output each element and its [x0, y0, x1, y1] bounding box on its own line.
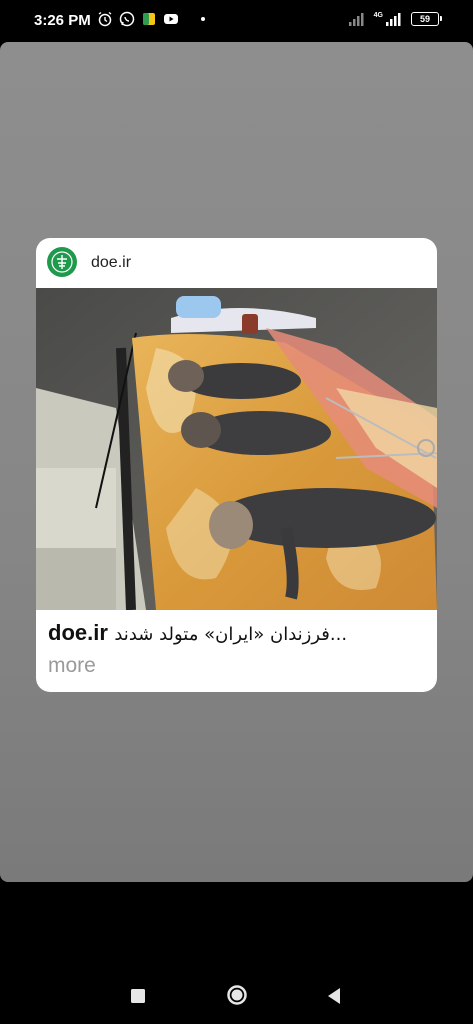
youtube-icon	[164, 14, 178, 24]
status-system-icons: 4G 59	[348, 12, 442, 26]
story-link-card[interactable]: doe.ir doe.ir فرزندان «ایران» متولد شدند…	[36, 238, 437, 692]
more-notifications-dot	[201, 17, 205, 21]
source-name: doe.ir	[91, 254, 132, 271]
more-link[interactable]: more	[48, 654, 96, 678]
app-cube-icon	[143, 13, 155, 25]
navigation-bar	[0, 970, 473, 1024]
recent-apps-icon[interactable]	[130, 988, 146, 1004]
footer-domain: doe.ir	[48, 620, 108, 645]
signal-strength-icon-2	[386, 13, 401, 26]
footer-title: فرزندان «ایران» متولد شدند...	[114, 624, 348, 645]
footer-headline: doe.ir فرزندان «ایران» متولد شدند...	[48, 620, 428, 650]
home-icon[interactable]	[226, 984, 248, 1006]
news-photo	[36, 288, 437, 610]
back-icon[interactable]	[326, 987, 342, 1005]
card-header: doe.ir	[36, 238, 437, 288]
signal-strength-icon	[348, 13, 364, 26]
alarm-icon	[98, 11, 112, 27]
battery-indicator: 59	[411, 12, 442, 26]
status-time: 3:26 PM	[34, 12, 91, 29]
whatsapp-icon	[119, 11, 135, 27]
card-footer: doe.ir فرزندان «ایران» متولد شدند... mor…	[36, 610, 437, 692]
status-notification-icons	[97, 11, 205, 27]
status-bar: 3:26 PM 4G 59	[0, 0, 473, 42]
network-type-label: 4G	[373, 12, 383, 19]
doe-logo-icon	[47, 247, 77, 277]
